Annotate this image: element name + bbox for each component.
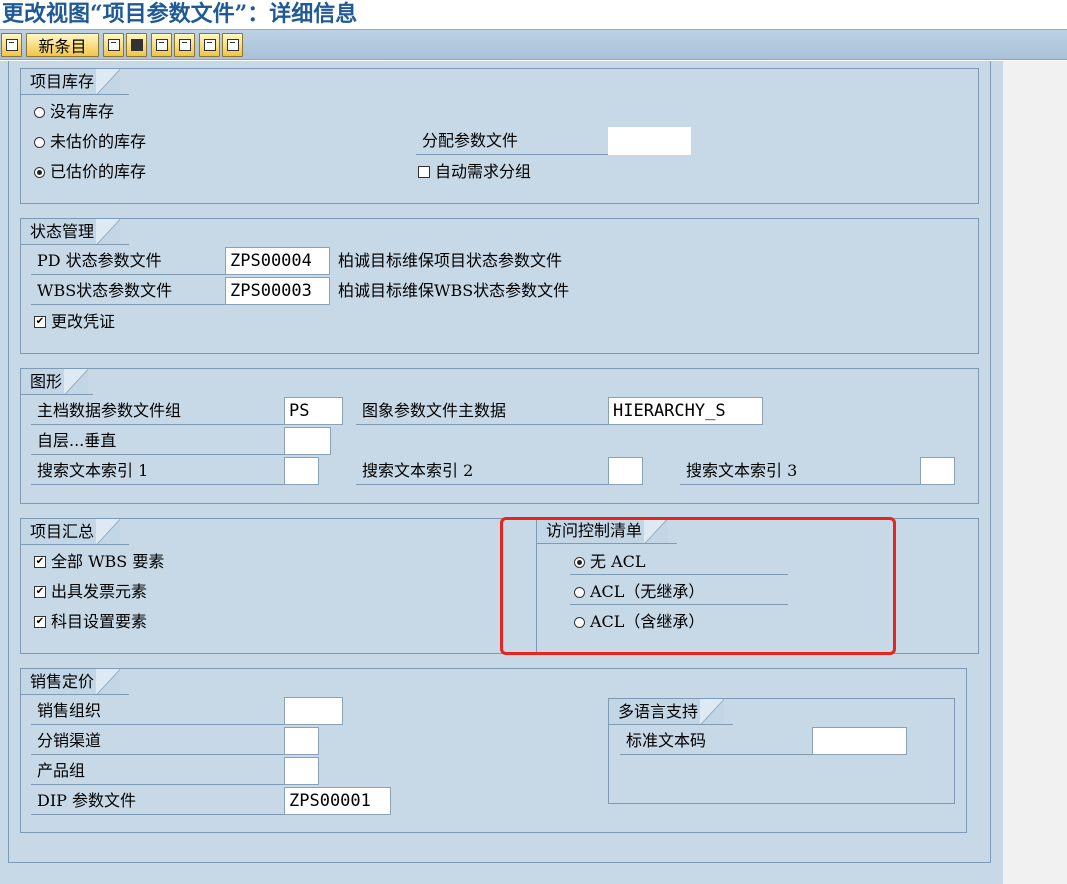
standard-text-key-input[interactable] bbox=[812, 727, 907, 755]
wbs-status-profile-label: WBS状态参数文件 bbox=[31, 277, 225, 305]
previous-page-icon bbox=[178, 39, 191, 51]
sales-organization-input[interactable] bbox=[284, 697, 343, 725]
undo-button[interactable] bbox=[151, 33, 172, 57]
wbs-status-profile-description: 柏诚目标维保WBS状态参数文件 bbox=[338, 281, 570, 300]
page-title: 更改视图“项目参数文件”：详细信息 bbox=[2, 1, 358, 27]
search-text-index-2-label: 搜索文本索引 2 bbox=[356, 457, 608, 485]
standard-text-key-label: 标准文本码 bbox=[620, 727, 812, 755]
checkbox-label: 出具发票元素 bbox=[51, 582, 148, 601]
summary-account-assignment-elements-checkbox[interactable]: ✔ 科目设置要素 bbox=[34, 608, 147, 636]
dip-profile-input[interactable]: ZPS00001 bbox=[284, 787, 391, 815]
pd-status-profile-description: 柏诚目标维保项目状态参数文件 bbox=[338, 251, 563, 270]
division-label: 产品组 bbox=[31, 757, 284, 785]
master-data-profile-group-input[interactable]: PS bbox=[284, 397, 343, 425]
auto-requirements-grouping-checkbox[interactable]: 自动需求分组 bbox=[418, 158, 531, 186]
checkbox-label: 全部 WBS 要素 bbox=[51, 552, 165, 571]
group-title-underline bbox=[21, 544, 129, 545]
radio-non-valuated-stock[interactable]: 未估价的库存 bbox=[34, 128, 146, 156]
group-title-underline bbox=[21, 94, 129, 95]
search-text-index-1-label: 搜索文本索引 1 bbox=[31, 457, 284, 485]
new-entries-label: 新条目 bbox=[38, 37, 87, 56]
search-text-index-3-input[interactable] bbox=[920, 457, 955, 485]
group-title: 项目汇总 bbox=[21, 519, 121, 545]
highlight-annotation-box bbox=[500, 517, 896, 655]
radio-button[interactable] bbox=[34, 136, 45, 148]
checkbox-label: 自动需求分组 bbox=[435, 162, 532, 181]
radio-label: 没有库存 bbox=[50, 102, 115, 121]
group-title: 销售定价 bbox=[21, 669, 121, 695]
group-title: 图形 bbox=[21, 369, 89, 395]
application-toolbar: 新条目 bbox=[0, 30, 1067, 60]
right-margin bbox=[1003, 61, 1067, 884]
delete-icon bbox=[130, 39, 143, 51]
radio-button[interactable] bbox=[34, 106, 45, 118]
graphic-profile-master-data-input[interactable]: HIERARCHY_S bbox=[608, 397, 763, 425]
search-text-index-2-input[interactable] bbox=[608, 457, 643, 485]
transport-button[interactable] bbox=[222, 33, 243, 57]
previous-entry-button[interactable] bbox=[174, 33, 195, 57]
new-entries-button[interactable]: 新条目 bbox=[26, 33, 99, 57]
pd-status-profile-input[interactable]: ZPS00004 bbox=[225, 247, 330, 275]
next-entry-button[interactable] bbox=[199, 33, 220, 57]
assign-profile-label: 分配参数文件 bbox=[416, 127, 608, 155]
wbs-status-profile-input[interactable]: ZPS00003 bbox=[225, 277, 330, 305]
search-text-index-3-label: 搜索文本索引 3 bbox=[680, 457, 920, 485]
graphic-profile-master-data-label: 图象参数文件主数据 bbox=[356, 397, 608, 425]
checkbox[interactable]: ✔ bbox=[34, 316, 46, 328]
checkbox[interactable] bbox=[418, 166, 430, 178]
group-title-underline bbox=[21, 394, 93, 395]
checkbox[interactable]: ✔ bbox=[34, 616, 46, 628]
copy-icon bbox=[107, 39, 120, 51]
assign-profile-input[interactable] bbox=[608, 127, 691, 155]
checkbox-label: 更改凭证 bbox=[51, 312, 116, 331]
pencil-glasses-icon bbox=[5, 39, 18, 51]
division-input[interactable] bbox=[284, 757, 319, 785]
distribution-channel-label: 分销渠道 bbox=[31, 727, 284, 755]
radio-button-selected[interactable] bbox=[34, 166, 45, 178]
master-data-profile-group-label: 主档数据参数文件组 bbox=[31, 397, 284, 425]
undo-icon bbox=[155, 39, 168, 51]
summary-billing-elements-checkbox[interactable]: ✔ 出具发票元素 bbox=[34, 578, 147, 606]
change-documents-checkbox[interactable]: ✔ 更改凭证 bbox=[34, 308, 115, 336]
checkbox[interactable]: ✔ bbox=[34, 586, 46, 598]
radio-valuated-stock[interactable]: 已估价的库存 bbox=[34, 158, 146, 186]
pd-status-profile-label: PD 状态参数文件 bbox=[31, 247, 225, 275]
next-page-icon bbox=[203, 39, 216, 51]
copy-button[interactable] bbox=[103, 33, 124, 57]
search-text-index-1-input[interactable] bbox=[284, 457, 319, 485]
group-title-underline bbox=[609, 724, 733, 725]
transport-icon bbox=[226, 39, 239, 51]
checkbox[interactable]: ✔ bbox=[34, 556, 46, 568]
group-title-underline bbox=[21, 244, 129, 245]
radio-no-stock[interactable]: 没有库存 bbox=[34, 98, 114, 126]
group-title-underline bbox=[21, 694, 129, 695]
group-title: 状态管理 bbox=[21, 219, 121, 245]
sales-organization-label: 销售组织 bbox=[31, 697, 284, 725]
hierarchy-vertical-label: 自层...垂直 bbox=[31, 427, 284, 455]
radio-label: 未估价的库存 bbox=[50, 132, 147, 151]
summary-all-wbs-elements-checkbox[interactable]: ✔ 全部 WBS 要素 bbox=[34, 548, 164, 576]
checkbox-label: 科目设置要素 bbox=[51, 612, 148, 631]
dip-profile-label: DIP 参数文件 bbox=[31, 787, 284, 815]
display-change-button[interactable] bbox=[1, 33, 22, 57]
group-title: 多语言支持 bbox=[609, 699, 725, 725]
radio-label: 已估价的库存 bbox=[50, 162, 147, 181]
delete-button[interactable] bbox=[126, 33, 147, 57]
hierarchy-vertical-input[interactable] bbox=[284, 427, 331, 455]
distribution-channel-input[interactable] bbox=[284, 727, 319, 755]
group-title: 项目库存 bbox=[21, 69, 121, 95]
